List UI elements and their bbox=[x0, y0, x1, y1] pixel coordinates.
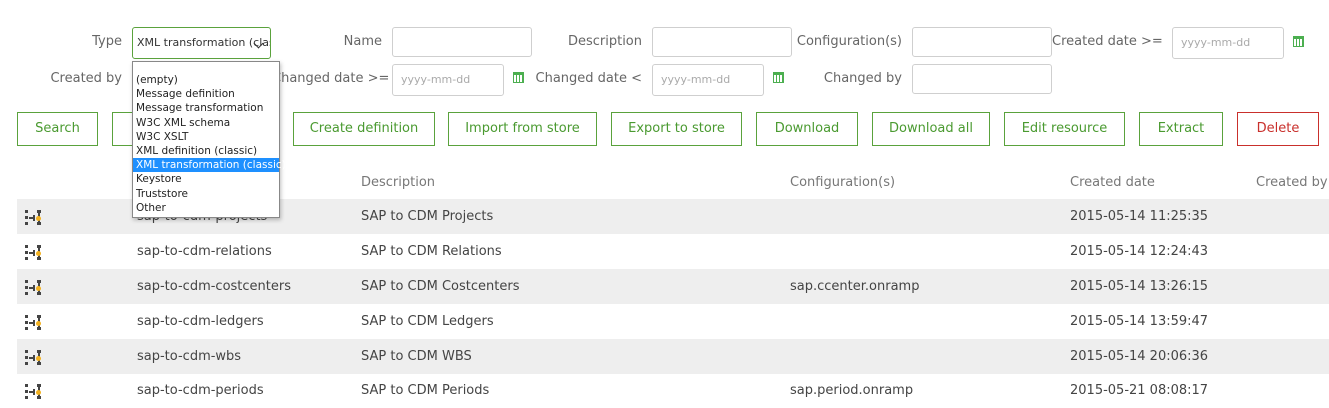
created-date-input[interactable]: yyyy-mm-dd bbox=[1172, 27, 1284, 59]
row-description: SAP to CDM Projects bbox=[361, 209, 494, 224]
export-to-store-button[interactable]: Export to store bbox=[611, 112, 742, 146]
column-header-created-date[interactable]: Created date bbox=[1070, 175, 1155, 190]
changed-date-lt-label: Changed date < bbox=[535, 71, 643, 86]
changed-by-input[interactable] bbox=[912, 64, 1052, 94]
table-row[interactable]: sap-to-cdm-relations SAP to CDM Relation… bbox=[17, 234, 1329, 269]
created-by-label: Created by bbox=[50, 71, 122, 86]
created-date-label: Created date >= bbox=[1052, 34, 1163, 49]
type-option[interactable]: W3C XSLT bbox=[133, 130, 279, 144]
row-configurations: sap.ccenter.onramp bbox=[790, 279, 920, 294]
transformation-icon bbox=[25, 245, 42, 260]
changed-by-label: Changed by bbox=[823, 71, 902, 86]
transformation-icon bbox=[25, 315, 42, 330]
transformation-icon bbox=[25, 384, 42, 399]
import-from-store-button[interactable]: Import from store bbox=[448, 112, 597, 146]
download-button[interactable]: Download bbox=[756, 112, 858, 146]
type-option[interactable]: Message definition bbox=[133, 87, 279, 101]
type-label: Type bbox=[92, 34, 122, 49]
row-created-date: 2015-05-14 13:26:15 bbox=[1070, 279, 1209, 294]
type-dropdown-list[interactable]: (empty) Message definition Message transfo… bbox=[132, 61, 286, 218]
row-created-date: 2015-05-14 12:24:43 bbox=[1070, 244, 1209, 259]
row-description: SAP to CDM Relations bbox=[361, 244, 502, 259]
transformation-icon bbox=[25, 210, 42, 225]
row-configurations: sap.period.onramp bbox=[790, 383, 914, 398]
configurations-input[interactable] bbox=[912, 27, 1052, 57]
row-created-date: 2015-05-21 08:08:17 bbox=[1070, 383, 1209, 398]
type-option[interactable]: Truststore bbox=[133, 187, 279, 201]
type-option[interactable]: W3C XML schema bbox=[133, 116, 279, 130]
type-option[interactable]: XML definition (classic) bbox=[133, 144, 279, 158]
calendar-icon[interactable] bbox=[773, 72, 784, 83]
column-header-description[interactable]: Description bbox=[361, 175, 435, 190]
changed-date-ge-input[interactable]: yyyy-mm-dd bbox=[392, 64, 504, 96]
delete-button[interactable]: Delete bbox=[1237, 112, 1319, 146]
table-row[interactable]: sap-to-cdm-periods SAP to CDM Periods sa… bbox=[17, 373, 1329, 408]
name-label: Name bbox=[343, 34, 382, 49]
table-row[interactable]: sap-to-cdm-wbs SAP to CDM WBS 2015-05-14… bbox=[17, 339, 1329, 374]
type-option[interactable]: (empty) bbox=[133, 73, 279, 87]
type-option[interactable]: Keystore bbox=[133, 172, 279, 186]
row-description: SAP to CDM Ledgers bbox=[361, 314, 494, 329]
description-input[interactable] bbox=[652, 27, 792, 57]
table-row[interactable]: sap-to-cdm-costcenters SAP to CDM Costce… bbox=[17, 269, 1329, 304]
configurations-label: Configuration(s) bbox=[796, 34, 902, 49]
edit-resource-button[interactable]: Edit resource bbox=[1004, 112, 1125, 146]
row-name: sap-to-cdm-periods bbox=[137, 383, 264, 398]
create-definition-button[interactable]: Create definition bbox=[293, 112, 435, 146]
column-header-configurations[interactable]: Configuration(s) bbox=[790, 175, 895, 190]
row-name: sap-to-cdm-ledgers bbox=[137, 314, 264, 329]
table-row[interactable]: sap-to-cdm-ledgers SAP to CDM Ledgers 20… bbox=[17, 304, 1329, 339]
name-input[interactable] bbox=[392, 27, 532, 57]
calendar-icon[interactable] bbox=[513, 72, 524, 83]
type-option[interactable]: Message transformation bbox=[133, 101, 279, 115]
search-button[interactable]: Search bbox=[17, 112, 98, 146]
row-description: SAP to CDM Periods bbox=[361, 383, 490, 398]
type-select[interactable]: XML transformation (classi bbox=[132, 27, 271, 59]
description-label: Description bbox=[567, 34, 642, 49]
changed-date-ge-label: Changed date >= bbox=[272, 71, 390, 86]
transformation-icon bbox=[25, 350, 42, 365]
type-option[interactable]: Other bbox=[133, 201, 279, 215]
type-option[interactable]: XML transformation (classic) bbox=[133, 158, 286, 173]
row-name: sap-to-cdm-costcenters bbox=[137, 279, 291, 294]
row-created-date: 2015-05-14 20:06:36 bbox=[1070, 349, 1209, 364]
extract-button[interactable]: Extract bbox=[1139, 112, 1223, 146]
row-description: SAP to CDM Costcenters bbox=[361, 279, 520, 294]
row-created-date: 2015-05-14 11:25:35 bbox=[1070, 209, 1209, 224]
row-description: SAP to CDM WBS bbox=[361, 349, 472, 364]
download-all-button[interactable]: Download all bbox=[872, 112, 990, 146]
changed-date-lt-input[interactable]: yyyy-mm-dd bbox=[652, 64, 764, 96]
row-name: sap-to-cdm-relations bbox=[137, 244, 272, 259]
type-select-value: XML transformation (classi bbox=[137, 36, 271, 49]
calendar-icon[interactable] bbox=[1293, 36, 1304, 47]
column-header-created-by[interactable]: Created by bbox=[1256, 175, 1328, 190]
row-name: sap-to-cdm-wbs bbox=[137, 349, 242, 364]
row-created-date: 2015-05-14 13:59:47 bbox=[1070, 314, 1209, 329]
transformation-icon bbox=[25, 280, 42, 295]
